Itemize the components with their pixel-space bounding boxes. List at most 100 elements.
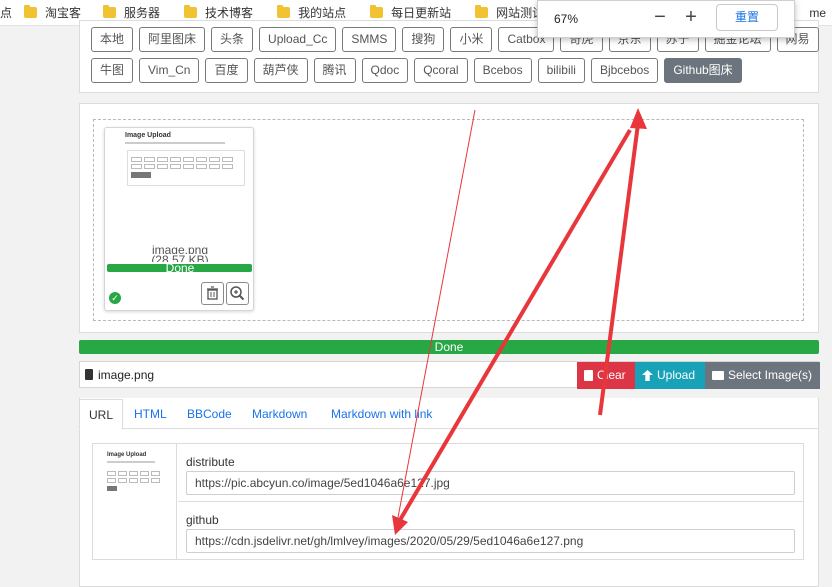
clear-button[interactable]: Clear <box>577 362 635 389</box>
upload-button[interactable]: Upload <box>635 362 705 389</box>
zoom-in-button[interactable]: + <box>680 6 702 28</box>
preview-cell <box>209 157 220 162</box>
file-input-group: image.png Clear Upload Select Image(s) <box>79 361 820 389</box>
preview-filename: image.png <box>151 244 209 254</box>
folder-icon <box>24 5 38 18</box>
host-button[interactable]: Upload_Cc <box>259 27 337 52</box>
host-button[interactable]: 小米 <box>450 27 493 52</box>
host-button[interactable]: 牛图 <box>91 58 134 83</box>
preview-cell <box>131 157 142 162</box>
select-images-button[interactable]: Select Image(s) <box>705 362 820 389</box>
thumbnail-cell <box>129 471 138 476</box>
host-button[interactable]: 葫芦侠 <box>253 58 308 83</box>
preview-image-cells <box>131 157 241 169</box>
folder-icon <box>103 5 117 18</box>
upload-panel: Image Upload image.png (28.57 KB) Done ✓ <box>79 103 819 333</box>
zoom-out-button[interactable]: − <box>649 6 671 28</box>
host-button[interactable]: SMMS <box>342 27 397 52</box>
host-button[interactable]: Qdoc <box>361 58 409 83</box>
thumbnail-cell <box>140 478 149 483</box>
thumbnail-button <box>107 486 117 491</box>
folder-icon <box>475 5 489 18</box>
delete-file-button[interactable] <box>201 282 224 305</box>
zoom-level: 67% <box>554 12 579 26</box>
host-button[interactable]: 头条 <box>211 27 254 52</box>
host-button[interactable]: 阿里图床 <box>139 27 206 52</box>
preview-cell <box>209 164 220 169</box>
folder-icon <box>277 5 291 18</box>
format-tabs: URL HTML BBCode Markdown Markdown with l… <box>79 399 819 430</box>
result-thumbnail-title: Image Upload <box>107 452 147 458</box>
thumbnail-cell <box>118 471 127 476</box>
tab-markdown[interactable]: Markdown <box>252 399 307 429</box>
trash-icon <box>207 286 218 300</box>
preview-cell <box>196 157 207 162</box>
host-button[interactable]: Qcoral <box>414 58 468 83</box>
host-button[interactable]: 百度 <box>205 58 248 83</box>
preview-status: Done <box>165 261 195 275</box>
result-url-field[interactable]: https://cdn.jsdelivr.net/gh/lmlvey/image… <box>186 529 795 553</box>
file-preview-card: Image Upload image.png (28.57 KB) Done ✓ <box>104 127 254 311</box>
result-thumbnail-image: Image Upload <box>107 452 167 514</box>
tab-bbcode[interactable]: BBCode <box>187 399 232 429</box>
host-button[interactable]: Vim_Cn <box>139 58 200 83</box>
select-label: Select Image(s) <box>728 368 813 382</box>
result-label: distribute <box>186 455 235 469</box>
host-button[interactable]: 本地 <box>91 27 134 52</box>
thumbnail-cells <box>107 471 165 483</box>
folder-icon <box>184 5 198 18</box>
bookmark-label: 服务器 <box>124 6 161 20</box>
result-url-field[interactable]: https://pic.abcyun.co/image/5ed1046a6e12… <box>186 471 795 495</box>
zoom-reset-button[interactable]: 重置 <box>716 4 778 31</box>
preview-cell <box>144 157 155 162</box>
preview-cell <box>222 164 233 169</box>
tab-markdown-with-link[interactable]: Markdown with link <box>331 399 432 429</box>
zoom-popup: 67% − + 重置 <box>537 0 795 38</box>
upload-label: Upload <box>657 368 696 382</box>
host-button[interactable]: 搜狗 <box>402 27 445 52</box>
preview-image-line <box>125 142 225 144</box>
preview-cell <box>196 164 207 169</box>
preview-image: Image Upload <box>113 130 245 200</box>
preview-cell <box>170 157 181 162</box>
bookmark-label: 每日更新站 <box>391 6 452 20</box>
thumbnail-cell <box>151 478 160 483</box>
thumbnail-cell <box>107 471 116 476</box>
preview-cell <box>157 157 168 162</box>
host-button[interactable]: Github图床 <box>664 58 742 83</box>
host-button[interactable]: 腾讯 <box>313 58 356 83</box>
thumbnail-line <box>107 461 155 463</box>
view-file-button[interactable] <box>226 282 249 305</box>
check-circle-icon: ✓ <box>109 292 121 304</box>
host-button[interactable]: Bjbcebos <box>590 58 659 83</box>
preview-cell <box>170 164 181 169</box>
preview-image-title: Image Upload <box>125 132 171 139</box>
host-button[interactable]: bilibili <box>537 58 585 83</box>
thumbnail-cell <box>118 478 127 483</box>
selected-filename: image.png <box>98 368 155 382</box>
page: 点 淘宝客 服务器 技术博客 我的站点 每日更新站 网站测试工 me 67% −… <box>0 0 832 587</box>
tab-url[interactable]: URL <box>79 399 124 430</box>
thumbnail-cell <box>129 478 138 483</box>
zoom-in-icon <box>230 286 245 301</box>
upload-icon <box>642 370 653 381</box>
thumbnail-cell <box>151 471 160 476</box>
thumbnail-cell <box>107 478 116 483</box>
tab-html[interactable]: HTML <box>134 399 167 429</box>
preview-cell <box>222 157 233 162</box>
bookmark-label: 我的站点 <box>298 6 347 20</box>
result-thumbnail: Image Upload <box>93 444 177 559</box>
drop-zone[interactable]: Image Upload image.png (28.57 KB) Done ✓ <box>93 119 804 321</box>
bookmark-item[interactable]: 点 <box>0 0 20 25</box>
preview-cell <box>183 157 194 162</box>
trash-icon <box>584 370 593 381</box>
preview-cell <box>131 164 142 169</box>
host-button[interactable]: Bcebos <box>473 58 532 83</box>
bookmark-label: 点 <box>0 6 13 20</box>
host-row-2: 牛图 Vim_Cn 百度 葫芦侠 腾讯 Qdoc Qcoral Bcebos bilibili B… <box>91 58 811 83</box>
preview-cell <box>144 164 155 169</box>
folder-icon <box>370 5 384 18</box>
upload-progress-bar: Done <box>79 340 819 354</box>
thumbnail-cell <box>140 471 149 476</box>
result-row: github https://cdn.jsdelivr.net/gh/lmlve… <box>178 502 804 560</box>
